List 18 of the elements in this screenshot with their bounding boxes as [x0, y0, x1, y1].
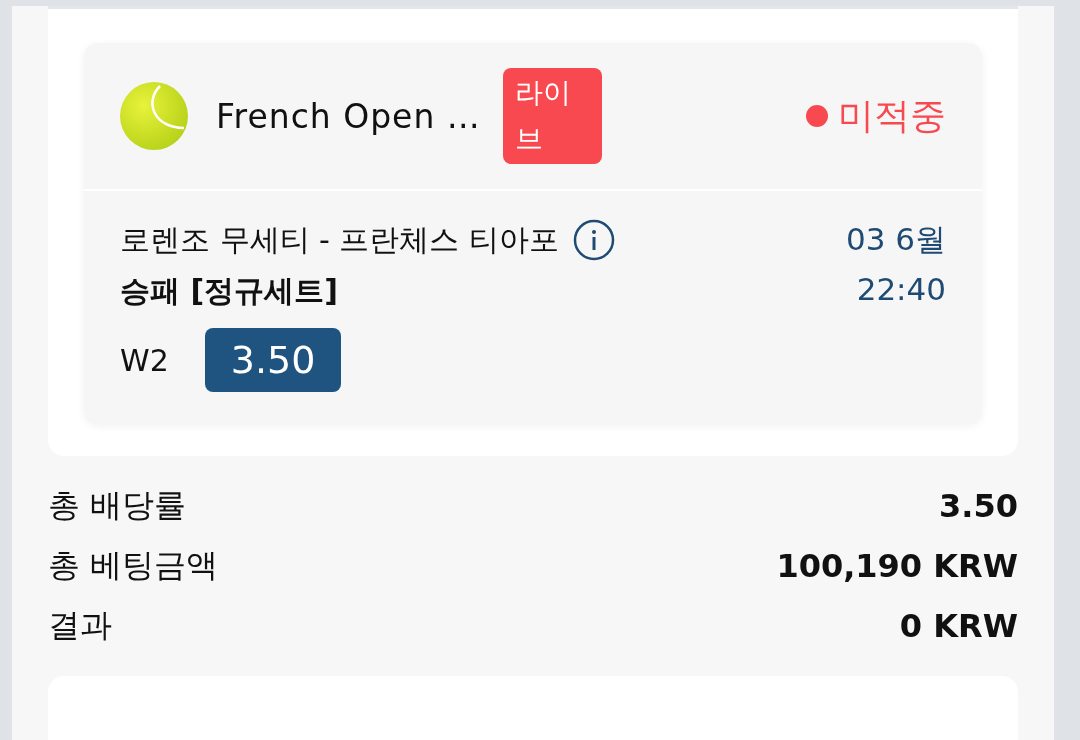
summary-label: 총 베팅금액 — [48, 545, 219, 586]
live-badge: 라이브 — [502, 68, 602, 164]
tennis-ball-icon — [120, 82, 188, 150]
info-icon[interactable] — [573, 219, 615, 261]
selection-label: W2 — [120, 342, 169, 378]
odds-button[interactable]: 3.50 — [204, 328, 342, 392]
match-time: 22:40 — [855, 271, 946, 309]
match-date: 03 6월 — [845, 220, 946, 259]
summary-value: 0 KRW — [899, 607, 1018, 645]
bet-status: 미적중 — [838, 93, 946, 138]
summary-label: 총 배당률 — [48, 485, 187, 526]
tournament-name: French Open … — [216, 96, 481, 136]
summary-value: 100,190 KRW — [776, 547, 1018, 585]
market-name: 승패 [정규세트] — [120, 272, 339, 310]
summary-value: 3.50 — [939, 487, 1018, 525]
summary-label: 결과 — [48, 605, 112, 646]
status-dot-icon — [806, 105, 828, 127]
match-teams: 로렌조 무세티 - 프란체스 티아포 — [120, 220, 559, 259]
